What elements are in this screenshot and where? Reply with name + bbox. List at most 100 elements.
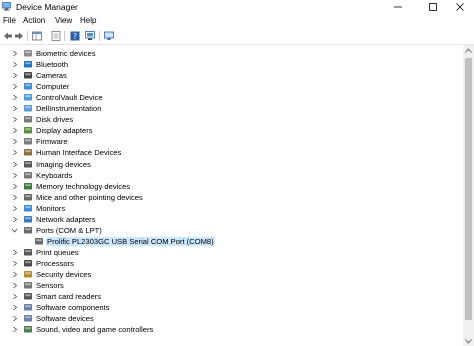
tree-item-label: Sound, video and game controllers xyxy=(36,325,154,335)
tree-item-label: DellInstrumentation xyxy=(36,104,102,114)
display-adapter-icon xyxy=(24,127,32,134)
scroll-down-button[interactable] xyxy=(463,336,474,346)
forward-button[interactable] xyxy=(13,30,24,41)
sound-icon xyxy=(24,326,32,333)
close-icon xyxy=(456,3,464,11)
close-button[interactable] xyxy=(446,0,474,14)
tree-item-label: Sensors xyxy=(36,281,64,291)
menu-help[interactable]: Help xyxy=(80,16,96,26)
tree-item-label: Security devices xyxy=(36,270,92,279)
menu-file[interactable]: File xyxy=(3,16,16,26)
scrollbar-thumb[interactable] xyxy=(465,58,472,320)
properties-button[interactable] xyxy=(50,30,61,41)
console-tree-icon xyxy=(31,31,42,40)
scan-hardware-button[interactable] xyxy=(103,30,114,41)
minimize-button[interactable] xyxy=(384,0,412,14)
chevron-right-icon[interactable] xyxy=(11,149,18,156)
tree-category-item[interactable]: Monitors xyxy=(0,203,462,214)
update-driver-button[interactable] xyxy=(84,30,95,41)
chevron-right-icon[interactable] xyxy=(11,127,18,134)
tree-category-item[interactable]: Cameras xyxy=(0,70,462,81)
chevron-right-icon[interactable] xyxy=(11,216,18,223)
smart-card-reader-icon xyxy=(24,293,32,300)
chevron-right-icon[interactable] xyxy=(11,260,18,267)
chevron-right-icon[interactable] xyxy=(11,172,18,179)
scroll-up-button[interactable] xyxy=(463,45,474,55)
tree-item-label: Processors xyxy=(36,258,74,268)
tree-category-item[interactable]: Memory technology devices xyxy=(0,181,462,192)
help-button[interactable]: ? xyxy=(69,30,80,41)
tree-category-item[interactable]: Network adapters xyxy=(0,214,462,225)
chevron-down-icon[interactable] xyxy=(11,227,18,234)
toolbar: ? xyxy=(0,29,474,43)
chevron-right-icon[interactable] xyxy=(11,282,18,289)
tree-category-item[interactable]: Print queues xyxy=(0,247,462,258)
toolbar-separator xyxy=(99,31,100,41)
chevron-right-icon[interactable] xyxy=(11,183,18,190)
tree-category-item[interactable]: Imaging devices xyxy=(0,159,462,170)
tree-item-label: Software devices xyxy=(36,314,94,324)
chevron-right-icon[interactable] xyxy=(11,72,18,79)
tree-category-item[interactable]: Bluetooth xyxy=(0,59,462,70)
tree-category-item[interactable]: Mice and other pointing devices xyxy=(0,192,462,203)
tree-category-item[interactable]: Ports (COM & LPT) xyxy=(0,225,462,236)
tree-item-label: Bluetooth xyxy=(36,60,69,70)
maximize-button[interactable] xyxy=(419,0,447,14)
tree-category-item[interactable]: Processors xyxy=(0,258,462,269)
chevron-right-icon[interactable] xyxy=(11,116,18,123)
tree-child-item[interactable]: Prolific PL2303GC USB Serial COM Port (C… xyxy=(0,236,462,247)
tree-category-item[interactable]: Sound, video and game controllers xyxy=(0,324,462,335)
chevron-right-icon[interactable] xyxy=(11,326,18,333)
tree-category-item[interactable]: Computer xyxy=(0,81,462,92)
show-hide-console-tree-button[interactable] xyxy=(31,30,42,41)
dell-instrumentation-icon xyxy=(24,105,32,112)
back-arrow-icon xyxy=(3,32,12,39)
chevron-right-icon[interactable] xyxy=(11,293,18,300)
security-device-icon xyxy=(24,271,32,278)
software-device-icon xyxy=(24,315,32,322)
tree-category-item[interactable]: ControlVault Device xyxy=(0,92,462,103)
chevron-right-icon[interactable] xyxy=(11,194,18,201)
chevron-right-icon[interactable] xyxy=(11,271,18,278)
tree-category-item[interactable]: Human Interface Devices xyxy=(0,147,462,158)
tree-category-item[interactable]: Sensors xyxy=(0,280,462,291)
tree-item-label: Biometric devices xyxy=(36,49,96,58)
device-manager-icon xyxy=(2,2,11,11)
tree-item-label: Disk drives xyxy=(36,115,74,125)
tree-item-label: Display adapters xyxy=(36,126,93,136)
vertical-scrollbar[interactable] xyxy=(463,45,474,346)
printer-icon xyxy=(24,248,32,256)
tree-category-item[interactable]: Software components xyxy=(0,302,462,313)
tree-category-item[interactable]: Smart card readers xyxy=(0,291,462,302)
toolbar-separator xyxy=(64,31,65,41)
back-button[interactable] xyxy=(2,30,13,41)
tree-category-item[interactable]: Biometric devices xyxy=(0,48,462,59)
firmware-icon xyxy=(24,138,32,145)
tree-item-label: ControlVault Device xyxy=(36,93,103,103)
chevron-right-icon[interactable] xyxy=(11,50,18,57)
menu-action[interactable]: Action xyxy=(23,16,45,26)
tree-category-item[interactable]: Disk drives xyxy=(0,114,462,125)
menu-view[interactable]: View xyxy=(55,16,72,26)
tree-item-label: Human Interface Devices xyxy=(36,148,122,158)
chevron-right-icon[interactable] xyxy=(11,94,18,101)
imaging-device-icon xyxy=(24,160,32,167)
tree-category-item[interactable]: Display adapters xyxy=(0,125,462,136)
chevron-right-icon[interactable] xyxy=(11,138,18,145)
tree-category-item[interactable]: Keyboards xyxy=(0,170,462,181)
chevron-right-icon[interactable] xyxy=(11,61,18,68)
chevron-right-icon[interactable] xyxy=(11,304,18,311)
mouse-icon xyxy=(24,193,32,201)
chevron-right-icon[interactable] xyxy=(11,105,18,112)
tree-category-item[interactable]: Firmware xyxy=(0,136,462,147)
chevron-right-icon[interactable] xyxy=(11,83,18,90)
chevron-right-icon[interactable] xyxy=(11,205,18,212)
hid-icon xyxy=(24,149,32,156)
tree-category-item[interactable]: Software devices xyxy=(0,313,462,324)
tree-category-item[interactable]: Security devices xyxy=(0,269,462,280)
chevron-right-icon[interactable] xyxy=(11,161,18,168)
tree-item-label: Smart card readers xyxy=(36,292,101,302)
chevron-right-icon[interactable] xyxy=(11,315,18,322)
tree-category-item[interactable]: DellInstrumentation xyxy=(0,103,462,114)
chevron-right-icon[interactable] xyxy=(11,249,18,256)
